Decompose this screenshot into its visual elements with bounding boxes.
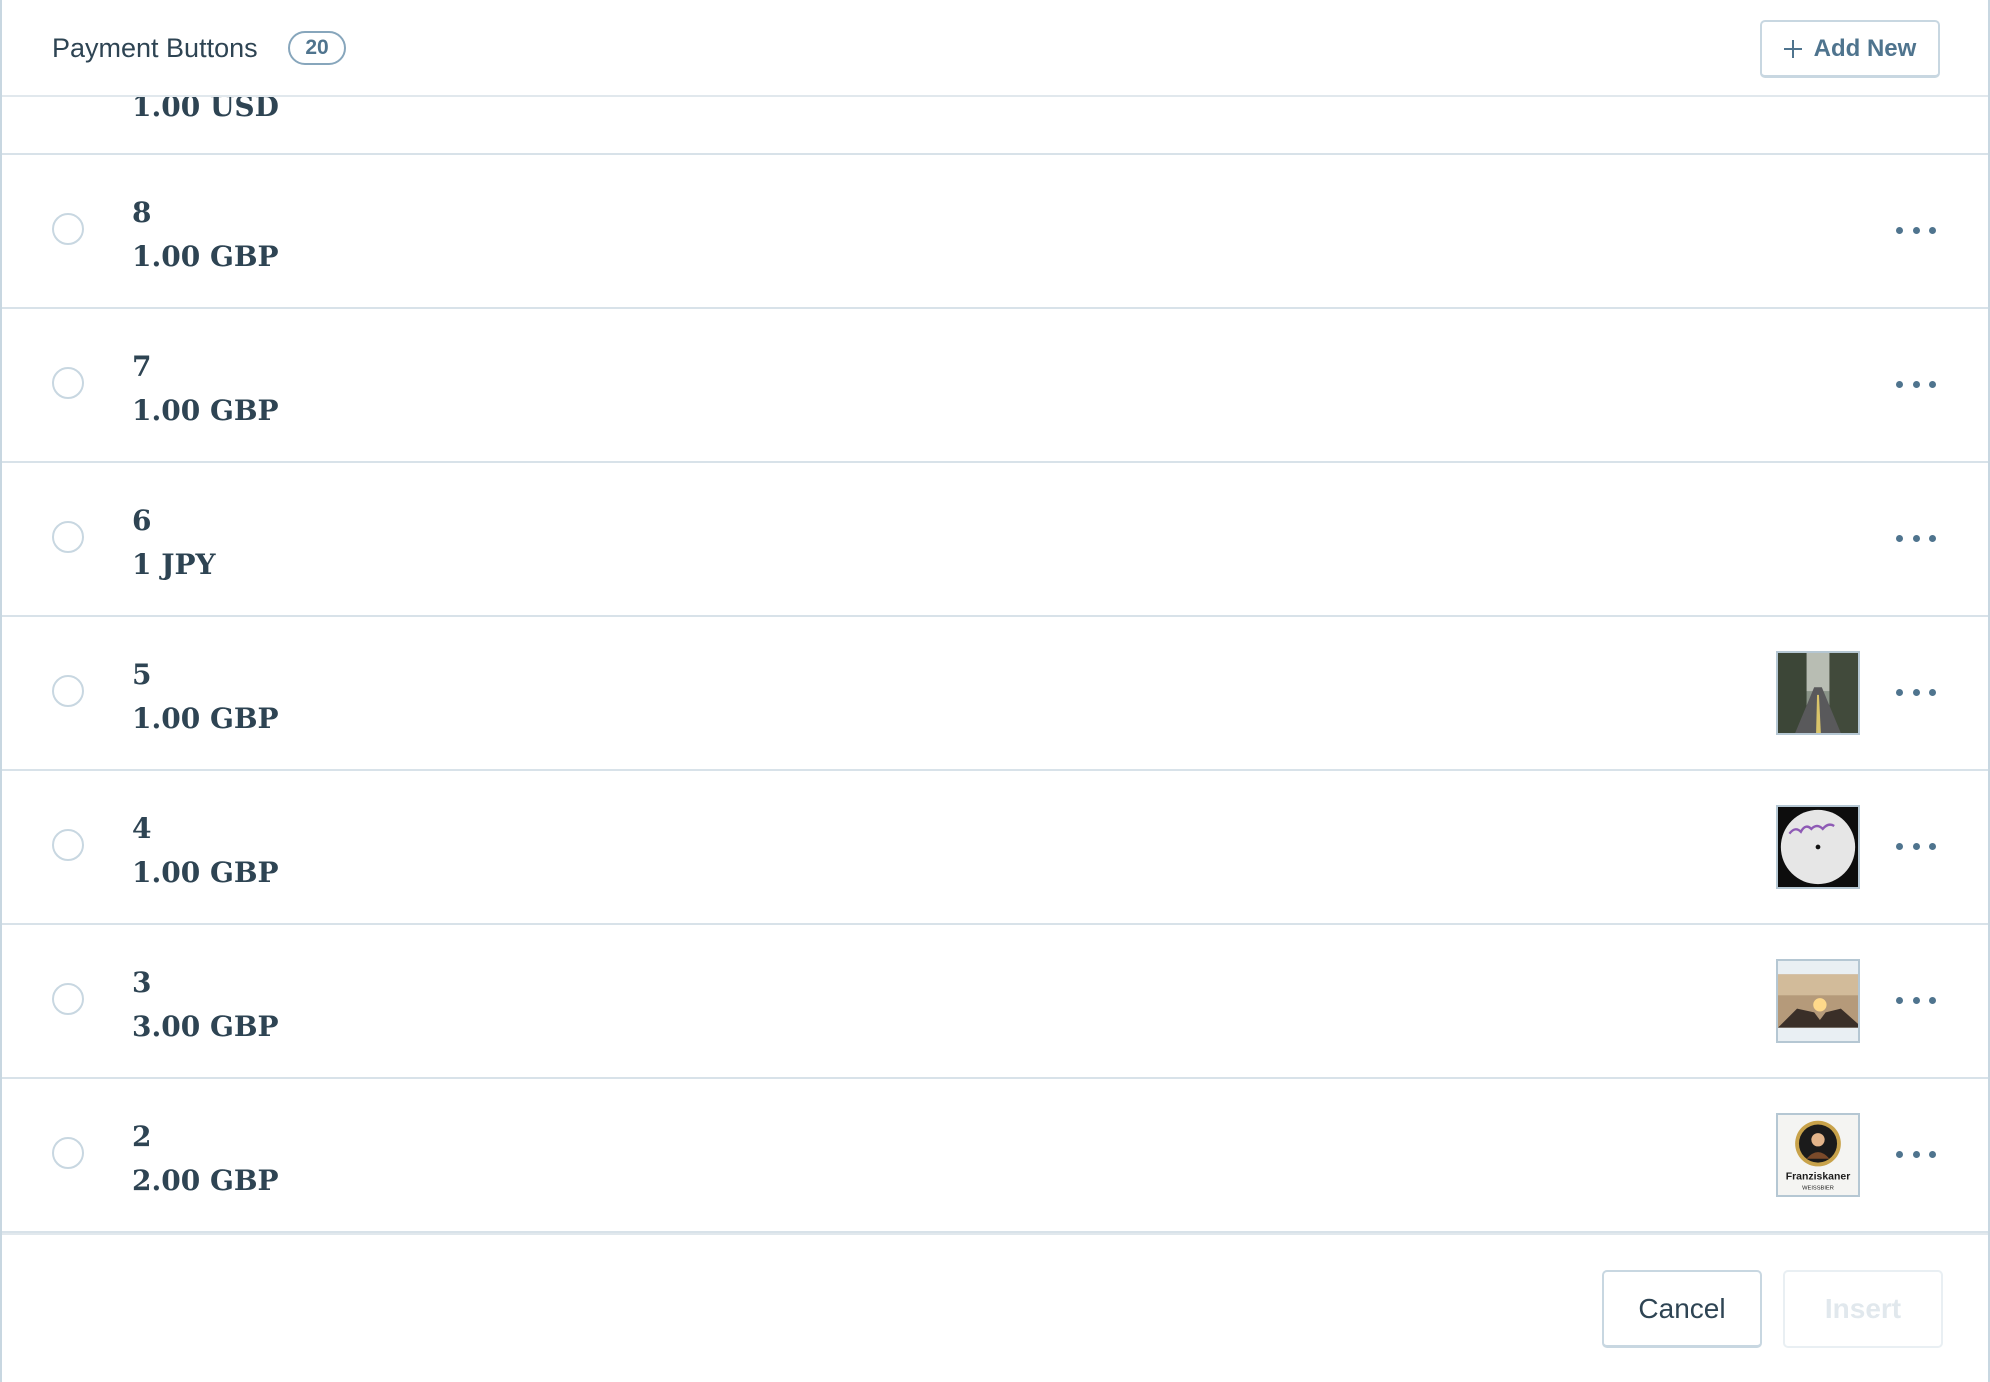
select-radio[interactable] (52, 675, 84, 707)
list-item-title: 4 (132, 812, 152, 845)
forest-road-photo (1778, 653, 1858, 733)
select-radio[interactable] (52, 521, 84, 553)
list-item[interactable]: 3 3.00 GBP (2, 925, 1988, 1079)
list-item-text: 1.00 USD (132, 97, 279, 129)
select-radio[interactable] (52, 367, 84, 399)
select-radio[interactable] (52, 829, 84, 861)
payment-button-list[interactable]: 1.00 USD 8 1.00 GBP 7 1.00 GBP 6 1 JPY 5… (2, 97, 1988, 1233)
list-item-price: 1.00 GBP (132, 702, 279, 735)
list-item-text: 8 1.00 GBP (132, 191, 279, 279)
more-options-icon[interactable] (1896, 215, 1936, 245)
select-radio[interactable] (52, 1137, 84, 1169)
list-item[interactable]: 7 1.00 GBP (2, 309, 1988, 463)
list-item-title: 6 (132, 504, 152, 537)
list-item-price: 1.00 USD (132, 97, 279, 123)
list-item-price: 2.00 GBP (132, 1164, 279, 1197)
dialog-footer: Cancel Insert (2, 1233, 1988, 1382)
more-options-icon[interactable] (1896, 369, 1936, 399)
list-item-price: 3.00 GBP (132, 1010, 279, 1043)
list-item[interactable]: 2 2.00 GBP Franziskaner WEISSBIER (2, 1079, 1988, 1233)
select-radio[interactable] (52, 983, 84, 1015)
more-options-icon[interactable] (1896, 1139, 1936, 1169)
list-item[interactable]: 8 1.00 GBP (2, 155, 1988, 309)
logo-subtext: WEISSBIER (1802, 1185, 1834, 1191)
list-item-text: 3 3.00 GBP (132, 961, 279, 1049)
list-item[interactable]: 6 1 JPY (2, 463, 1988, 617)
list-item-title: 2 (132, 1120, 152, 1153)
product-thumbnail (1776, 651, 1860, 735)
more-options-icon[interactable] (1896, 985, 1936, 1015)
vinyl-record-photo (1778, 807, 1858, 887)
select-radio[interactable] (52, 213, 84, 245)
list-item-title: 3 (132, 966, 152, 999)
list-item-text: 6 1 JPY (132, 499, 216, 587)
more-options-icon[interactable] (1896, 677, 1936, 707)
product-thumbnail: Franziskaner WEISSBIER (1776, 1113, 1860, 1197)
list-item-text: 4 1.00 GBP (132, 807, 279, 895)
list-item[interactable]: 5 1.00 GBP (2, 617, 1988, 771)
sunset-hands-photo (1778, 961, 1858, 1041)
more-options-icon[interactable] (1896, 831, 1936, 861)
list-item-price: 1.00 GBP (132, 394, 279, 427)
add-new-button[interactable]: Add New (1760, 20, 1940, 78)
product-thumbnail (1776, 959, 1860, 1043)
dialog-title: Payment Buttons (52, 33, 258, 63)
list-item-price: 1.00 GBP (132, 856, 279, 889)
product-thumbnail (1776, 805, 1860, 889)
more-options-icon[interactable] (1896, 523, 1936, 553)
list-item-title: 7 (132, 350, 152, 383)
logo-text: Franziskaner (1786, 1172, 1851, 1183)
franziskaner-logo: Franziskaner WEISSBIER (1778, 1115, 1858, 1195)
list-item-title: 5 (132, 658, 152, 691)
list-item-text: 2 2.00 GBP (132, 1115, 279, 1203)
payment-buttons-dialog: Payment Buttons 20 Add New 1.00 USD 8 1.… (0, 0, 1990, 1382)
cancel-button[interactable]: Cancel (1602, 1270, 1762, 1348)
list-item-text: 5 1.00 GBP (132, 653, 279, 741)
plus-icon (1783, 39, 1802, 58)
list-item-price: 1.00 GBP (132, 240, 279, 273)
insert-button[interactable]: Insert (1783, 1270, 1943, 1348)
dialog-header: Payment Buttons 20 Add New (2, 0, 1988, 97)
add-new-label: Add New (1813, 34, 1917, 62)
count-badge: 20 (288, 31, 346, 65)
list-item-title: 8 (132, 196, 152, 229)
list-item[interactable]: 1.00 USD (2, 97, 1988, 155)
list-item-price: 1 JPY (132, 548, 216, 581)
list-item[interactable]: 4 1.00 GBP (2, 771, 1988, 925)
list-item-text: 7 1.00 GBP (132, 345, 279, 433)
